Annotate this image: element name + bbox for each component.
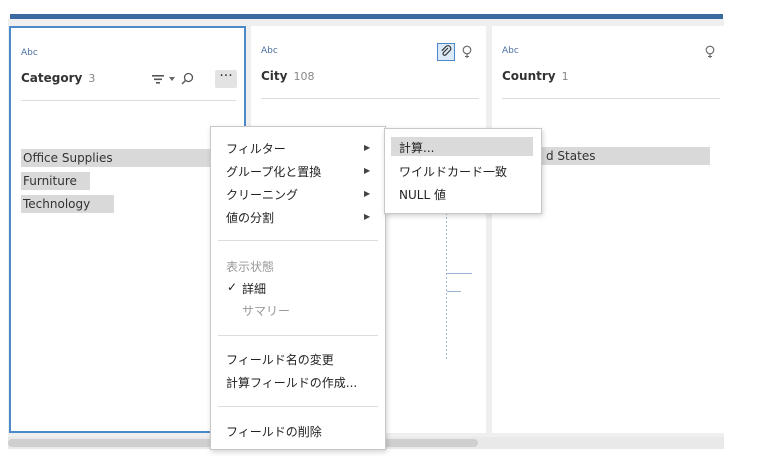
menu-divider <box>218 240 378 241</box>
menu-item-cleaning[interactable]: クリーニング <box>226 186 298 203</box>
menu-item-split-values[interactable]: 値の分割 <box>226 209 274 226</box>
histogram-bar <box>447 273 472 274</box>
lightbulb-icon[interactable] <box>461 43 473 61</box>
checkmark-icon: ✓ <box>227 280 238 294</box>
submenu-arrow-icon: ▶ <box>364 143 371 152</box>
menu-section-display-state: 表示状態 <box>226 260 275 274</box>
more-options-button[interactable]: ··· <box>215 69 237 88</box>
submenu-arrow-icon: ▶ <box>364 166 371 175</box>
value-label: Office Supplies <box>23 151 113 165</box>
field-count: 1 <box>561 70 569 83</box>
field-type: Abc <box>502 46 519 56</box>
value-label: d States <box>546 149 596 163</box>
submenu-item-wildcard-match[interactable]: ワイルドカード一致 <box>399 163 507 180</box>
search-icon[interactable] <box>180 71 194 85</box>
field-name-label: City <box>261 69 288 83</box>
value-label: Technology <box>23 197 91 211</box>
field-type: Abc <box>21 48 38 58</box>
header-divider <box>502 98 720 99</box>
menu-item-create-calc-field[interactable]: 計算フィールドの作成... <box>226 374 357 391</box>
submenu-item-calculation[interactable]: 計算... <box>399 139 434 156</box>
field-context-menu: フィルター ▶ グループ化と置換 ▶ クリーニング ▶ 値の分割 ▶ 表示状態 … <box>210 126 386 450</box>
menu-item-group-replace[interactable]: グループ化と置換 <box>226 163 321 180</box>
menu-divider <box>218 335 378 336</box>
menu-item-rename-field[interactable]: フィールド名の変更 <box>226 351 334 368</box>
submenu-arrow-icon: ▶ <box>364 212 371 221</box>
header-divider <box>261 98 479 99</box>
field-name[interactable]: City 108 <box>261 69 314 83</box>
field-name[interactable]: Category 3 <box>21 71 95 85</box>
field-name[interactable]: Country 1 <box>502 69 569 83</box>
value-bar-furniture[interactable]: Furniture <box>21 172 223 190</box>
menu-item-detail[interactable]: 詳細 <box>242 280 266 297</box>
menu-item-filter[interactable]: フィルター <box>226 140 286 157</box>
lightbulb-icon[interactable] <box>704 43 716 61</box>
sort-icon[interactable] <box>151 72 165 86</box>
chevron-down-icon[interactable] <box>168 75 176 83</box>
submenu-item-null-value[interactable]: NULL 値 <box>399 186 446 203</box>
field-name-label: Country <box>502 69 556 83</box>
menu-item-summary[interactable]: サマリー <box>242 302 290 319</box>
menu-divider <box>218 406 378 407</box>
field-card-country[interactable]: Abc Country 1 d States <box>492 26 724 433</box>
value-label: Furniture <box>23 174 77 188</box>
submenu-arrow-icon: ▶ <box>364 189 371 198</box>
value-bar-office-supplies[interactable]: Office Supplies <box>21 149 223 167</box>
menu-item-remove-field[interactable]: フィールドの削除 <box>226 423 322 440</box>
field-count: 108 <box>293 70 315 83</box>
field-name-label: Category <box>21 71 83 85</box>
value-bar-technology[interactable]: Technology <box>21 195 223 213</box>
cleaning-submenu: 計算... ワイルドカード一致 NULL 値 <box>384 128 542 214</box>
header-divider <box>21 100 236 101</box>
field-type: Abc <box>261 46 278 56</box>
field-count: 3 <box>88 72 96 85</box>
histogram-bar <box>447 291 461 292</box>
paperclip-icon[interactable] <box>437 43 455 61</box>
